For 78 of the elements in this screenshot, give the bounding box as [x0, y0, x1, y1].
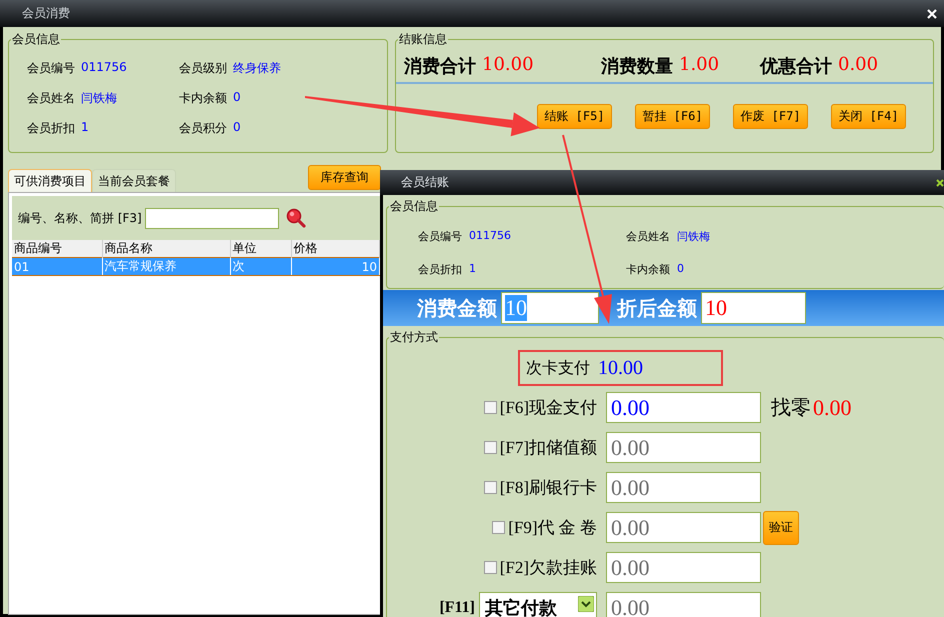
tab[interactable]: 当前会员套餐	[92, 169, 176, 192]
payment-label: [F6]现金支付	[500, 397, 597, 419]
total-value: 0.00	[838, 54, 878, 77]
amount-input[interactable]: 0.00	[606, 592, 761, 617]
field-label: 会员折扣	[27, 120, 75, 137]
dropdown-arrow-icon	[578, 596, 594, 612]
field-label: 会员姓名	[626, 229, 670, 244]
total-label: 消费数量	[601, 55, 673, 79]
amount-input[interactable]: 0.00	[606, 552, 761, 583]
checkbox[interactable]	[492, 521, 506, 534]
amount-input[interactable]: 0.00	[606, 512, 761, 543]
close-icon[interactable]	[936, 178, 944, 186]
checkbox[interactable]	[484, 401, 497, 414]
field-label: 会员编号	[27, 60, 75, 77]
shortcut-label: [F11]	[439, 598, 475, 616]
field-label: 会员折扣	[418, 262, 462, 277]
field-value: 0	[233, 90, 241, 106]
field-value: 闫铁梅	[677, 229, 710, 244]
column-header[interactable]: 商品编号	[12, 240, 102, 258]
change-value: 0.00	[813, 394, 852, 420]
total-value: 10.00	[482, 54, 534, 77]
payment-label: [F2]欠款挂账	[500, 557, 597, 579]
field-value: 1	[81, 120, 89, 136]
field-label: 卡内余额	[626, 262, 670, 277]
column-header[interactable]: 单位	[230, 240, 291, 258]
card-payment-label: 次卡支付	[526, 358, 590, 378]
tab[interactable]: 可供消费项目	[8, 169, 92, 192]
payment-label: [F9]代 金 卷	[508, 517, 597, 539]
stock-query-button[interactable]: 库存查询	[308, 165, 381, 190]
action-button[interactable]: 结账 [F5]	[537, 104, 612, 129]
field-value: 终身保养	[233, 60, 281, 77]
search-field[interactable]	[144, 208, 279, 228]
field-value: 0	[233, 120, 241, 136]
card-payment-value: 10.00	[598, 356, 643, 380]
checkbox[interactable]	[484, 481, 497, 494]
window-title: 会员消费	[22, 5, 70, 22]
dialog-title: 会员结账	[401, 174, 449, 191]
payment-label: [F8]刷银行卡	[500, 477, 597, 499]
field-value: 011756	[469, 229, 511, 244]
checkbox[interactable]	[484, 561, 497, 574]
table-cell: 10	[291, 258, 380, 276]
field-value: 0	[677, 262, 684, 277]
table-cell: 次	[230, 258, 291, 276]
search-label: 编号、名称、简拼 [F3]	[18, 210, 142, 226]
field-label: 会员编号	[418, 229, 462, 244]
total-label: 消费合计	[404, 55, 476, 79]
group-title: 支付方式	[389, 329, 439, 346]
group-title: 结账信息	[398, 31, 448, 48]
column-header[interactable]: 价格	[291, 240, 380, 258]
payment-label: [F7]扣储值额	[500, 437, 597, 459]
amount-input[interactable]: 0.00	[606, 472, 761, 503]
field-value: 1	[469, 262, 476, 277]
total-label: 优惠合计	[760, 55, 832, 79]
action-button[interactable]: 作废 [F7]	[733, 104, 808, 129]
amount-input[interactable]: 0.00	[606, 392, 761, 423]
column-header[interactable]: 商品名称	[102, 240, 230, 258]
field-label: 卡内余额	[179, 90, 227, 107]
field-label: 会员积分	[179, 120, 227, 137]
action-button[interactable]: 关闭 [F4]	[831, 104, 906, 129]
group-title: 会员信息	[11, 31, 61, 48]
amount-field[interactable]: 10	[701, 292, 806, 324]
amount-label: 消费金额	[417, 294, 497, 322]
action-button[interactable]: 暂挂 [F6]	[635, 104, 710, 129]
change-label: 找零	[771, 396, 811, 421]
table-cell: 01	[12, 258, 102, 276]
field-value: 闫铁梅	[81, 90, 117, 107]
field-label: 会员姓名	[27, 90, 75, 107]
total-value: 1.00	[679, 54, 720, 77]
search-icon[interactable]	[286, 208, 306, 228]
field-value: 011756	[81, 60, 127, 76]
payment-type-dropdown[interactable]: 其它付款	[479, 592, 597, 617]
amount-label: 折后金额	[617, 294, 697, 322]
verify-button[interactable]: 验证	[763, 510, 799, 544]
amount-input[interactable]: 0.00	[606, 432, 761, 463]
group-title: 会员信息	[389, 198, 439, 215]
table-cell: 汽车常规保养	[102, 258, 230, 276]
checkbox[interactable]	[484, 441, 497, 454]
field-label: 会员级别	[179, 60, 227, 77]
